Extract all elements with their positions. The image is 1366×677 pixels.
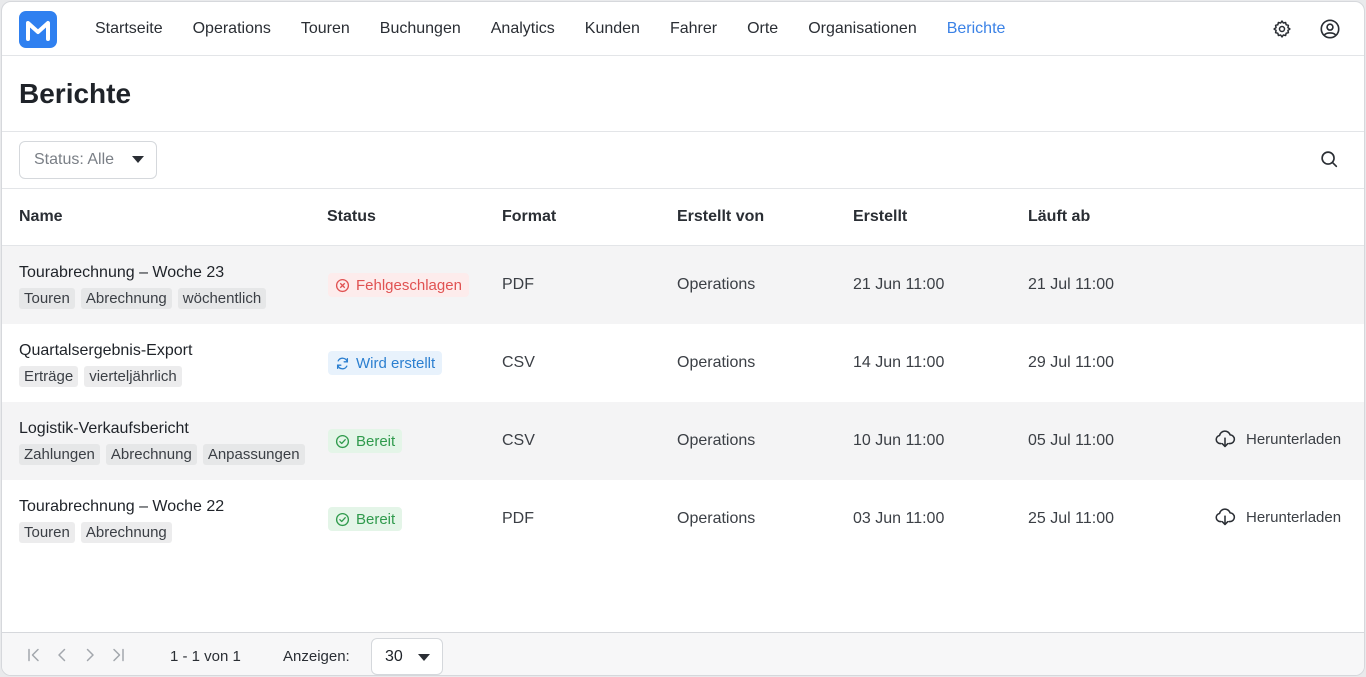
download-button[interactable]: Herunterladen [1214,429,1341,449]
gear-icon[interactable] [1270,17,1294,41]
format-cell: CSV [502,354,535,371]
brand-logo-icon[interactable] [19,11,57,48]
created-cell: 10 Jun 11:00 [853,432,945,449]
status-badge: Wird erstellt [328,351,443,375]
page-header: Berichte [2,56,1364,132]
created-cell: 14 Jun 11:00 [853,354,945,371]
nav-item-fahrer[interactable]: Fahrer [655,20,732,38]
nav-item-operations[interactable]: Operations [178,20,286,38]
nav-item-organisationen[interactable]: Organisationen [793,20,932,38]
report-name: Tourabrechnung – Woche 22 [19,498,225,515]
user-circle-icon[interactable] [1318,17,1342,41]
nav-actions [1270,17,1342,41]
table-row[interactable]: Logistik-Verkaufsbericht Zahlungen Abrec… [2,402,1364,480]
expires-cell: 21 Jul 11:00 [1028,276,1114,293]
nav-item-buchungen[interactable]: Buchungen [365,20,476,38]
format-cell: PDF [502,276,534,293]
tag-list: Touren Abrechnung wöchentlich [19,288,267,309]
column-header-status[interactable]: Status [327,208,376,226]
top-navigation: Startseite Operations Touren Buchungen A… [2,2,1364,56]
tag: vierteljährlich [84,366,182,387]
search-icon[interactable] [1318,148,1342,172]
cloud-download-icon [1215,430,1236,448]
check-circle-icon [335,434,350,448]
per-page-label: Anzeigen: [283,648,350,665]
report-name: Tourabrechnung – Woche 23 [19,264,225,281]
page-title: Berichte [19,78,132,109]
status-filter-dropdown[interactable]: Status: Alle [19,141,157,179]
column-header-created[interactable]: Erstellt [853,208,907,226]
tag: Abrechnung [105,444,197,465]
nav-item-berichte[interactable]: Berichte [932,20,1021,38]
column-header-expires[interactable]: Läuft ab [1028,208,1090,226]
nav-item-touren[interactable]: Touren [286,20,365,38]
pagination-footer: 1 - 1 von 1 Anzeigen: 30 [2,632,1364,675]
per-page-select[interactable]: 30 [371,638,443,675]
pagination-controls [24,645,128,665]
status-label: Fehlgeschlagen [356,276,462,294]
status-label: Bereit [356,432,396,450]
table-row[interactable]: Tourabrechnung – Woche 22 Touren Abrechn… [2,480,1364,558]
pagination-range: 1 - 1 von 1 [170,648,241,665]
status-badge: Fehlgeschlagen [328,273,469,297]
tag: wöchentlich [177,288,267,309]
tag: Touren [19,522,75,543]
table-body: Tourabrechnung – Woche 23 Touren Abrechn… [2,246,1364,558]
tag-list: Erträge vierteljährlich [19,366,182,387]
status-label: Wird erstellt [356,354,436,372]
report-name: Quartalsergebnis-Export [19,342,193,359]
filter-bar: Status: Alle [2,132,1364,189]
created-by-cell: Operations [677,510,756,527]
column-header-name[interactable]: Name [19,208,63,226]
previous-page-icon[interactable] [52,645,72,665]
last-page-icon[interactable] [108,645,128,665]
nav-item-startseite[interactable]: Startseite [80,20,178,38]
format-cell: CSV [502,432,535,449]
download-label: Herunterladen [1246,430,1342,448]
nav-item-analytics[interactable]: Analytics [476,20,570,38]
created-by-cell: Operations [677,432,756,449]
format-cell: PDF [502,510,534,527]
tag: Zahlungen [19,444,100,465]
cloud-download-icon [1215,508,1236,526]
status-badge: Bereit [328,429,403,453]
tag: Erträge [19,366,79,387]
column-header-format[interactable]: Format [502,208,556,226]
report-name: Logistik-Verkaufsbericht [19,420,189,437]
status-label: Bereit [356,510,396,528]
table-row[interactable]: Quartalsergebnis-Export Erträge viertelj… [2,324,1364,402]
download-button[interactable]: Herunterladen [1214,507,1341,527]
tag: Abrechnung [80,288,172,309]
nav-menu: Startseite Operations Touren Buchungen A… [80,2,1020,56]
table-row[interactable]: Tourabrechnung – Woche 23 Touren Abrechn… [2,246,1364,324]
caret-down-icon [418,654,430,661]
expires-cell: 29 Jul 11:00 [1028,354,1114,371]
nav-item-orte[interactable]: Orte [732,20,793,38]
per-page-value: 30 [385,647,403,665]
refresh-icon [336,357,349,369]
column-header-created-by[interactable]: Erstellt von [677,208,764,226]
table-header: Name Status Format Erstellt von Erstellt… [2,189,1364,246]
caret-down-icon [132,156,144,163]
expires-cell: 05 Jul 11:00 [1028,432,1114,449]
tag: Touren [19,288,75,309]
tag: Anpassungen [202,444,305,465]
first-page-icon[interactable] [24,645,44,665]
created-cell: 03 Jun 11:00 [853,510,945,527]
nav-item-kunden[interactable]: Kunden [570,20,655,38]
next-page-icon[interactable] [80,645,100,665]
check-circle-icon [335,512,350,526]
x-circle-icon [335,278,350,292]
download-label: Herunterladen [1246,508,1342,526]
tag: Abrechnung [80,522,172,543]
app-window: Startseite Operations Touren Buchungen A… [1,1,1365,676]
status-badge: Bereit [328,507,403,531]
created-by-cell: Operations [677,276,756,293]
created-by-cell: Operations [677,354,756,371]
status-filter-label: Status: Alle [34,151,115,168]
expires-cell: 25 Jul 11:00 [1028,510,1114,527]
created-cell: 21 Jun 11:00 [853,276,945,293]
tag-list: Touren Abrechnung [19,522,172,543]
tag-list: Zahlungen Abrechnung Anpassungen [19,444,305,465]
